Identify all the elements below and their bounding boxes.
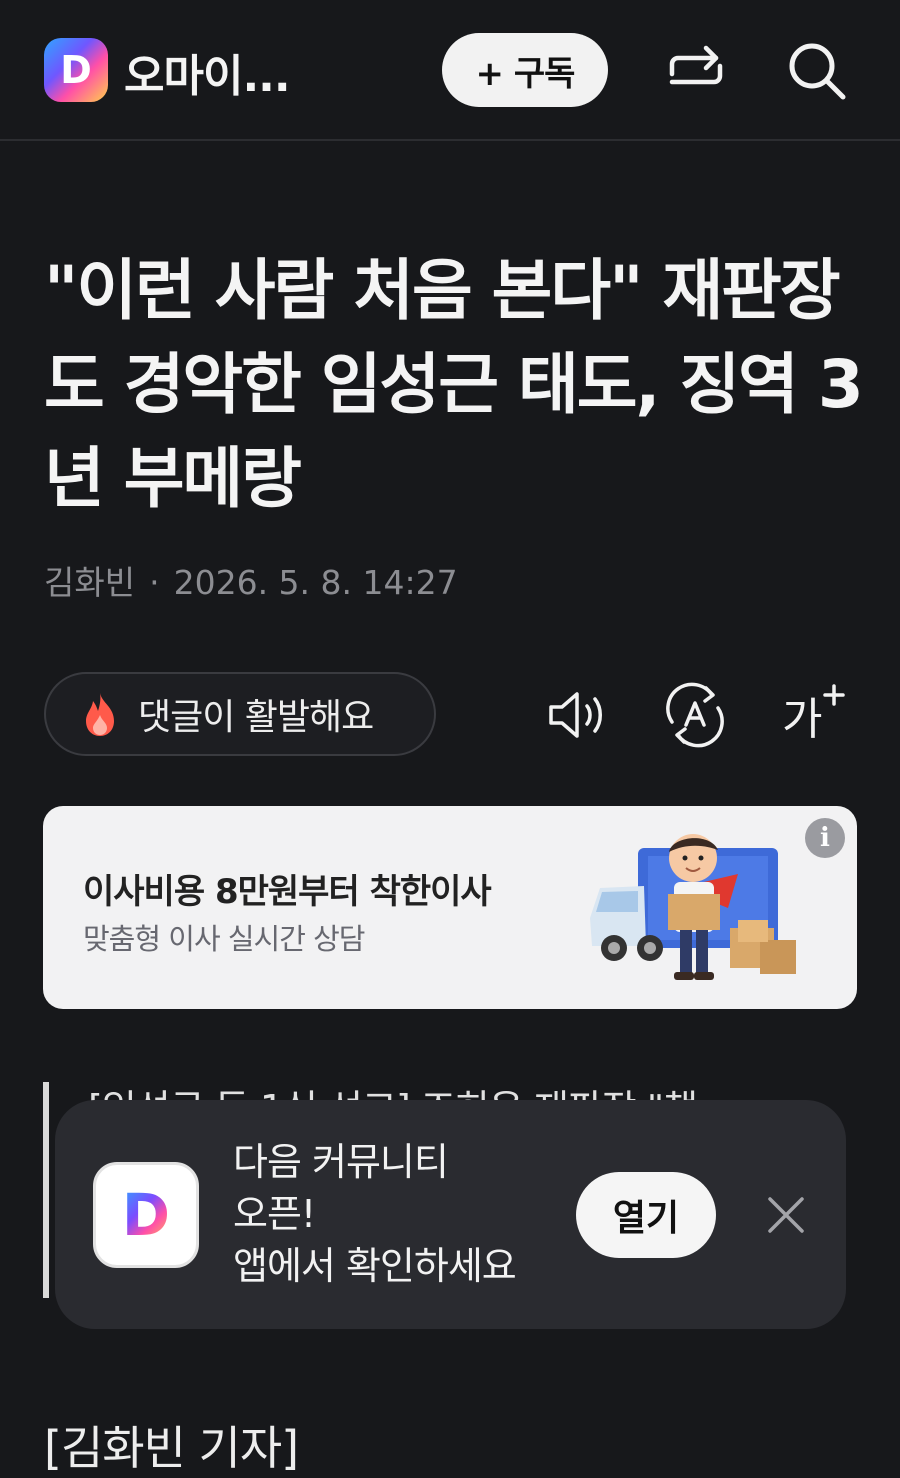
- site-name[interactable]: 오마이...: [124, 40, 291, 104]
- top-app-bar: D 오마이... + 구독: [0, 0, 900, 141]
- moving-truck-illustration: [590, 834, 796, 980]
- font-size-icon[interactable]: 가: [782, 682, 848, 748]
- popup-message: 다음 커뮤니티 오픈! 앱에서 확인하세요: [233, 1136, 517, 1292]
- logo-letter: D: [60, 48, 92, 92]
- author-name[interactable]: 김화빈: [44, 563, 135, 602]
- open-app-button[interactable]: 열기: [576, 1172, 716, 1258]
- share-icon[interactable]: [666, 40, 726, 100]
- ad-info-icon[interactable]: i: [805, 818, 845, 858]
- popup-message-line: 다음 커뮤니티: [233, 1140, 449, 1184]
- quote-bar: [43, 1082, 49, 1298]
- close-icon[interactable]: [767, 1196, 805, 1234]
- hot-comments-label: 댓글이 활발해요: [138, 697, 374, 738]
- daum-logo-icon[interactable]: D: [44, 38, 108, 102]
- font-size-label: 가: [782, 694, 822, 745]
- article-title: "이런 사람 처음 본다" 재판장도 경악한 임성근 태도, 징역 3년 부메랑: [44, 252, 864, 517]
- translate-icon[interactable]: [662, 682, 728, 748]
- search-icon[interactable]: [786, 40, 846, 100]
- daum-app-icon[interactable]: D: [93, 1162, 199, 1268]
- subscribe-button[interactable]: + 구독: [442, 33, 608, 107]
- publish-datetime: 2026. 5. 8. 14:27: [173, 563, 458, 602]
- popup-message-line: 오픈!: [233, 1192, 316, 1236]
- article-meta: 김화빈 · 2026. 5. 8. 14:27: [44, 556, 458, 604]
- ad-banner[interactable]: 이사비용 8만원부터 착한이사 맞춤형 이사 실시간 상담 i: [43, 806, 857, 1009]
- app-letter: D: [121, 1181, 171, 1249]
- fire-icon: [86, 693, 114, 736]
- popup-message-line: 앱에서 확인하세요: [233, 1244, 517, 1288]
- ad-title: 이사비용 8만원부터 착한이사: [83, 872, 492, 912]
- ad-subtitle: 맞춤형 이사 실시간 상담: [83, 922, 365, 956]
- app-promo-popup: D 다음 커뮤니티 오픈! 앱에서 확인하세요 열기: [55, 1100, 846, 1329]
- reporter-byline: [김화빈 기자]: [44, 1421, 299, 1475]
- speaker-icon[interactable]: [545, 682, 611, 748]
- meta-separator: ·: [149, 563, 160, 602]
- hot-comments-button[interactable]: 댓글이 활발해요: [44, 672, 436, 756]
